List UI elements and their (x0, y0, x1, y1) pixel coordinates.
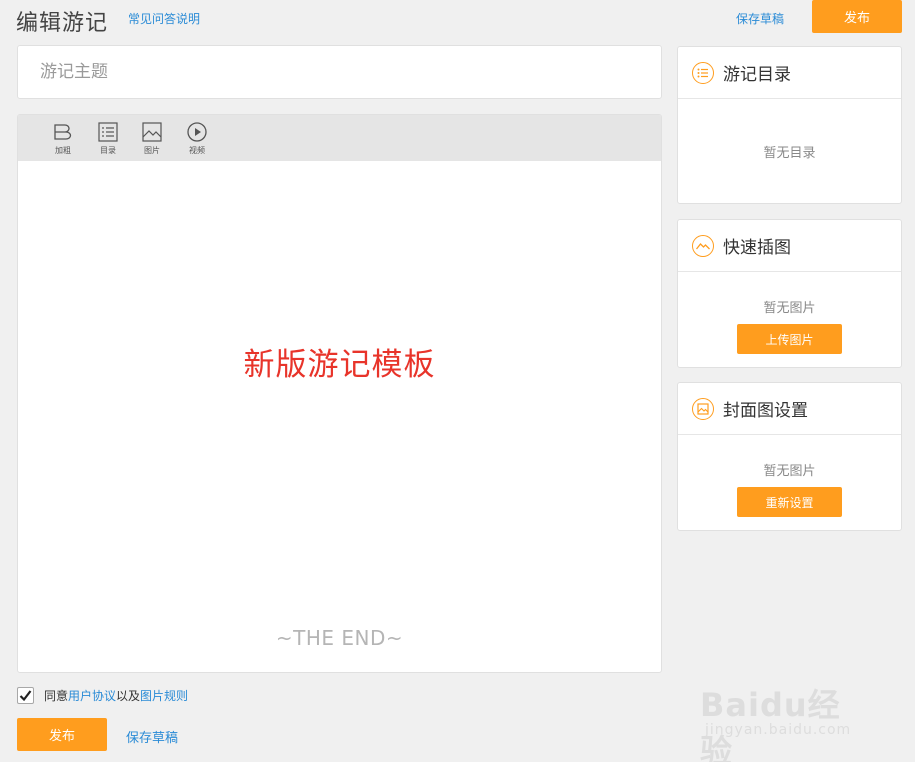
toc-panel: 游记目录 暂无目录 (677, 46, 902, 204)
page-title: 编辑游记 (16, 11, 109, 36)
template-title: 新版游记模板 (243, 347, 436, 383)
baidu-watermark: Baidu经验 jingyan.baidu.com (700, 660, 870, 762)
save-draft-link-top[interactable]: 保存草稿 (736, 10, 784, 27)
toc-label: 目录 (100, 146, 116, 155)
mountain-circle-icon (692, 234, 714, 257)
cover-panel-header: 封面图设置 (678, 383, 901, 435)
cover-empty-text: 暂无图片 (763, 464, 816, 479)
toc-empty-text: 暂无目录 (763, 146, 816, 161)
video-icon (187, 122, 207, 142)
quick-image-panel: 快速插图 暂无图片 上传图片 (677, 219, 902, 368)
toc-button[interactable]: 目录 (90, 121, 126, 157)
toc-panel-header: 游记目录 (678, 47, 901, 99)
agreement-row: 同意 用户协议 以及 图片规则 (17, 686, 188, 704)
bold-icon (54, 124, 72, 140)
upload-image-button[interactable]: 上传图片 (737, 324, 842, 354)
editor-toolbar: 加粗 目录 图片 视频 (18, 115, 661, 161)
video-label: 视频 (189, 146, 205, 155)
publish-button-top[interactable]: 发布 (812, 0, 902, 33)
picture-circle-icon (692, 397, 714, 420)
editor-body[interactable]: 新版游记模板 ~THE END~ (18, 161, 661, 672)
bold-label: 加粗 (55, 146, 71, 155)
cover-panel: 封面图设置 暂无图片 重新设置 (677, 382, 902, 531)
quick-image-panel-header: 快速插图 (678, 220, 901, 272)
watermark-url: jingyan.baidu.com (705, 722, 852, 738)
image-button[interactable]: 图片 (134, 121, 170, 157)
image-label: 图片 (144, 146, 160, 155)
list-icon (98, 122, 118, 142)
quick-image-panel-title: 快速插图 (723, 238, 791, 258)
end-marker: ~THE END~ (275, 626, 404, 650)
title-input[interactable] (18, 46, 661, 98)
publish-button-bottom[interactable]: 发布 (17, 718, 107, 751)
check-icon (19, 689, 32, 701)
editor: 加粗 目录 图片 视频 新版游记模板 ~THE END~ (17, 114, 662, 673)
watermark-brand: Baidu经验 (700, 686, 841, 762)
title-input-container (17, 45, 662, 99)
video-button[interactable]: 视频 (179, 121, 215, 157)
cover-panel-title: 封面图设置 (723, 401, 808, 421)
user-agreement-link[interactable]: 用户协议 (68, 687, 116, 704)
agreement-prefix: 同意 (44, 688, 69, 703)
image-rules-link[interactable]: 图片规则 (140, 687, 188, 704)
agreement-middle: 以及 (116, 688, 141, 703)
image-icon (142, 122, 162, 142)
bold-button[interactable]: 加粗 (45, 121, 81, 157)
list-circle-icon (692, 61, 714, 84)
faq-link[interactable]: 常见问答说明 (128, 10, 200, 27)
quick-image-empty-text: 暂无图片 (763, 301, 816, 316)
reset-cover-button[interactable]: 重新设置 (737, 487, 842, 517)
save-draft-link-bottom[interactable]: 保存草稿 (126, 727, 178, 746)
toc-panel-title: 游记目录 (723, 65, 791, 85)
agreement-checkbox[interactable] (17, 686, 34, 704)
